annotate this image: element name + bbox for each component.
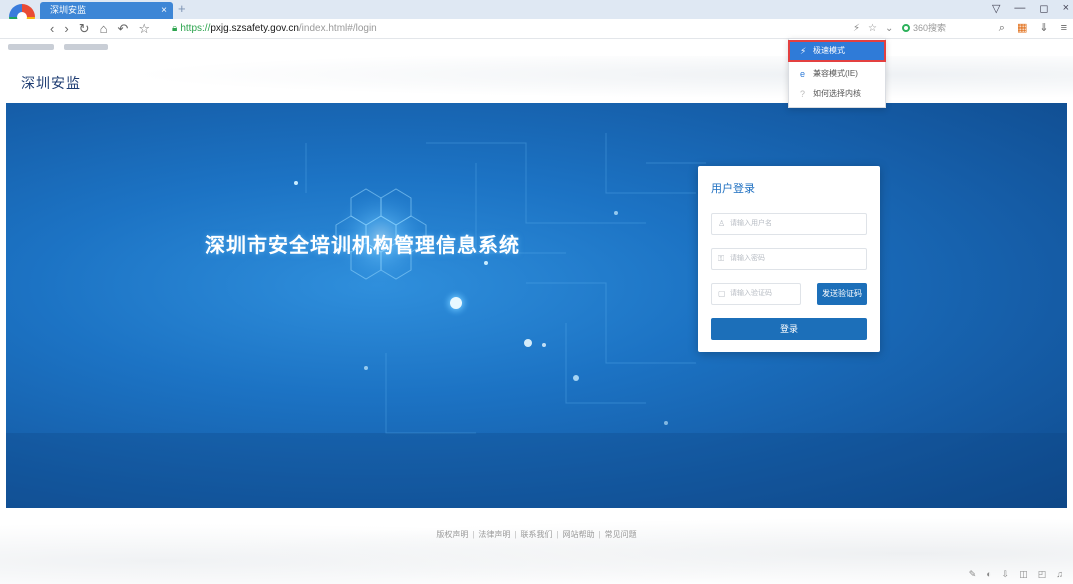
edit-icon[interactable]: ✎ [969,569,977,580]
apps-grid-icon[interactable]: ▦ [1017,22,1027,35]
login-title: 用户登录 [711,183,755,195]
login-card: 用户登录 ♙ 请输入用户名 ⚿ 请输入密码 ▢ 请输入验证码 发送验证码 登录 [698,166,880,352]
window-controls: ▽ — ◻ × [992,2,1069,15]
url-scheme: https:// [180,23,211,34]
kernel-mode-dropdown: ⚡ 极速模式 e 兼容模式(IE) ? 如何选择内核 [788,38,886,108]
site-header: 深圳安监 [0,56,1073,103]
site-logo[interactable]: 深圳安监 [21,73,81,93]
bookmark-star-icon[interactable]: ☆ [868,22,877,35]
ie-icon: e [800,69,806,79]
user-icon: ♙ [718,219,726,228]
url-host: pxjg.szsafety.gov.cn [210,23,299,34]
menu-item-help[interactable]: ? 如何选择内核 [789,84,885,104]
footer-links: 版权声明 | 法律声明 | 联系我们 | 网站帮助 | 常见问题 [0,529,1073,540]
footer-link-help[interactable]: 网站帮助 [563,529,595,540]
sidebar-icon[interactable]: ◰ [1038,569,1047,580]
browser-tab-active[interactable]: 深圳安监 × [40,2,173,19]
footer-separator: | [598,530,601,539]
system-title: 深圳市安全培训机构管理信息系统 [205,235,520,257]
footer-link-copyright[interactable]: 版权声明 [436,529,468,540]
chevron-down-icon[interactable]: ⌄ [885,22,893,35]
browser-tab-bar: 深圳安监 × + ▽ — ◻ × [0,0,1073,19]
bookmarks-bar [0,40,1073,56]
lightning-icon: ⚡ [800,46,807,56]
music-icon[interactable]: ♫ [1056,569,1063,580]
lock-icon: ⚿ [718,254,725,263]
footer-link-faq[interactable]: 常见问题 [605,529,637,540]
menu-item-label: 兼容模式(IE) [813,69,858,78]
search-engine-icon [902,24,910,32]
minimize-button[interactable]: — [1014,2,1025,15]
download-status-icon[interactable]: ⇩ [1002,569,1010,580]
captcha-icon: ▢ [718,289,726,298]
hero-background-graphic [6,133,1067,508]
login-button[interactable]: 登录 [711,318,867,340]
favorite-button[interactable]: ☆ [138,21,150,36]
tab-close-icon[interactable]: × [161,2,167,19]
new-tab-button[interactable]: + [178,2,186,16]
username-field[interactable]: ♙ 请输入用户名 [711,213,867,235]
maximize-button[interactable]: ◻ [1039,2,1048,15]
lock-icon: 🔒︎ [172,23,178,34]
browser-status-icons: ✎ ◐ ⇩ ◫ ◰ ♫ [969,569,1063,580]
footer-separator: | [514,530,517,539]
home-button[interactable]: ⌂ [100,21,108,36]
username-placeholder: 请输入用户名 [730,220,772,227]
theme-icon[interactable]: ◐ [986,569,991,580]
forward-button[interactable]: › [64,21,68,36]
footer-separator: | [472,530,475,539]
browser-nav-bar: ‹ › ↻ ⌂ ↶ ☆ 🔒︎ https://pxjg.szsafety.gov.… [0,19,1073,39]
footer-separator: | [556,530,559,539]
menu-item-label: 如何选择内核 [813,89,861,98]
skin-icon[interactable]: ▽ [992,2,1000,15]
download-icon[interactable]: ⇓ [1039,22,1048,35]
menu-item-label: 极速模式 [813,46,845,55]
back-button[interactable]: ‹ [50,21,54,36]
address-bar[interactable]: 🔒︎ https://pxjg.szsafety.gov.cn/index.htm… [172,22,377,35]
footer-link-contact[interactable]: 联系我们 [521,529,553,540]
help-icon: ? [800,89,806,99]
menu-item-compat-mode[interactable]: e 兼容模式(IE) [789,64,885,84]
captcha-placeholder: 请输入验证码 [730,290,772,297]
url-path: /index.html#/login [298,23,377,34]
search-placeholder: 360搜索 [913,23,947,33]
captcha-field[interactable]: ▢ 请输入验证码 [711,283,801,305]
address-actions: ⚡ ☆ ⌄ [853,22,893,35]
menu-icon[interactable]: ≡ [1061,22,1067,35]
hero-banner: 深圳市安全培训机构管理信息系统 [6,103,1067,508]
menu-item-speed-mode[interactable]: ⚡ 极速模式 [788,40,886,62]
speed-mode-icon[interactable]: ⚡ [853,22,860,35]
send-code-button[interactable]: 发送验证码 [817,283,867,305]
reload-button[interactable]: ↻ [79,21,90,36]
toolbar-icons: ⌕ ▦ ⇓ ≡ [999,22,1067,35]
bookmark-item[interactable] [64,44,108,50]
window-icon[interactable]: ◫ [1019,569,1028,580]
footer-link-legal[interactable]: 法律声明 [478,529,510,540]
search-input[interactable]: 360搜索 [902,21,998,35]
tab-title: 深圳安监 [50,5,87,15]
nav-buttons: ‹ › ↻ ⌂ ↶ ☆ [50,21,150,36]
bookmark-item[interactable] [8,44,54,50]
password-field[interactable]: ⚿ 请输入密码 [711,248,867,270]
close-window-button[interactable]: × [1063,2,1069,15]
search-icon[interactable]: ⌕ [999,22,1005,35]
undo-close-button[interactable]: ↶ [117,21,128,36]
password-placeholder: 请输入密码 [730,255,765,262]
site-footer: 版权声明 | 法律声明 | 联系我们 | 网站帮助 | 常见问题 ✎ ◐ ⇩ ◫ ◰ ♫ [0,508,1073,584]
